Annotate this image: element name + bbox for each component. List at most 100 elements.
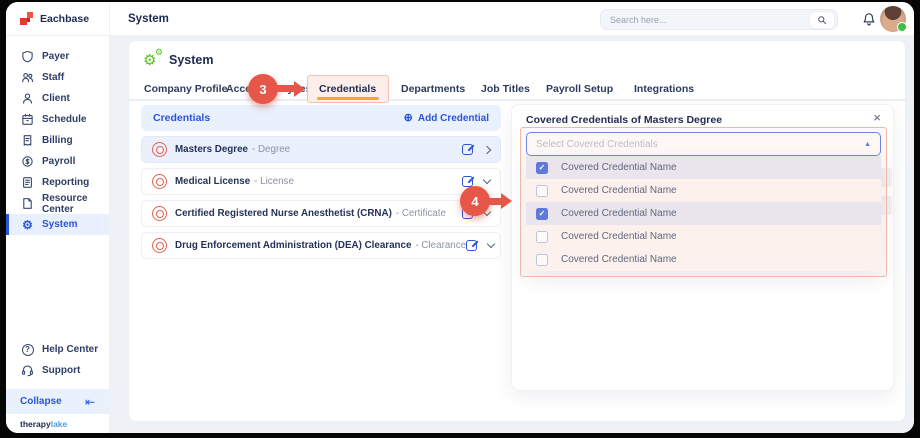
tab-departments[interactable]: Departments: [401, 83, 465, 95]
sidebar-item-reporting[interactable]: Reporting: [6, 172, 109, 193]
search-icon: [817, 15, 827, 25]
sidebar: Eachbase Payer Staff Client Schedule Bil…: [6, 2, 110, 433]
step-3-arrow: [276, 85, 295, 92]
content-area: ⚙ ⚙ System Company Profile Access Visit …: [110, 36, 914, 433]
sidebar-item-resource-center[interactable]: Resource Center: [6, 193, 109, 214]
tab-job-titles[interactable]: Job Titles: [481, 83, 530, 95]
calendar-icon: [21, 113, 34, 126]
sidebar-item-label: Reporting: [42, 177, 89, 188]
sidebar-item-label: Support: [42, 365, 80, 376]
chevron-right-icon[interactable]: [483, 145, 491, 153]
brand-logo-row[interactable]: Eachbase: [6, 2, 109, 36]
sidebar-item-billing[interactable]: Billing: [6, 130, 109, 151]
dollar-icon: [21, 155, 34, 168]
sidebar-item-label: Payer: [42, 51, 69, 62]
sidebar-item-support[interactable]: Support: [6, 360, 109, 381]
degree-badge-icon: [152, 142, 167, 157]
credentials-panel: Credentials ⊕ Add Credential Masters Deg…: [141, 105, 501, 131]
sidebar-item-system[interactable]: ⚙ System: [6, 214, 109, 235]
search-box: [600, 9, 838, 30]
covered-credentials-panel: Covered Credentials of Masters Degree × …: [511, 104, 894, 391]
eachbase-logo-icon: [20, 12, 33, 25]
step-3-badge: 3: [248, 74, 278, 104]
tab-credentials[interactable]: Credentials: [319, 83, 376, 95]
brand-name: Eachbase: [40, 13, 89, 25]
step-4-badge: 4: [460, 186, 490, 216]
tab-integrations[interactable]: Integrations: [634, 83, 694, 95]
active-tab-underline: [317, 97, 379, 100]
license-badge-icon: [152, 174, 167, 189]
plus-circle-icon: ⊕: [404, 113, 413, 124]
check-icon: ✓: [539, 164, 546, 172]
dropdown-option[interactable]: ✓ Covered Credential Name: [526, 202, 881, 225]
search-input[interactable]: [610, 15, 810, 25]
system-gears-icon: ⚙ ⚙: [143, 52, 159, 68]
sidebar-item-client[interactable]: Client: [6, 88, 109, 109]
checkbox[interactable]: ✓: [536, 231, 548, 243]
help-icon: ?: [21, 343, 34, 356]
covered-panel-title: Covered Credentials of Masters Degree: [526, 114, 722, 126]
step-4-arrow: [488, 198, 502, 205]
receipt-icon: [21, 134, 34, 147]
tab-payroll-setup[interactable]: Payroll Setup: [546, 83, 613, 95]
step-4-arrow-head: [501, 193, 512, 209]
collapse-icon: ⇤: [85, 396, 95, 408]
checkbox[interactable]: ✓: [536, 208, 548, 220]
users-icon: [21, 71, 34, 84]
dropdown-option[interactable]: ✓ Covered Credential Name: [526, 225, 881, 248]
dropdown-option[interactable]: ✓ Covered Credential Name: [526, 156, 881, 179]
credential-row-crna[interactable]: Certified Registered Nurse Anesthetist (…: [141, 200, 501, 227]
credentials-panel-header: Credentials ⊕ Add Credential: [141, 105, 501, 131]
user-icon: [21, 92, 34, 105]
credential-row-medical-license[interactable]: Medical License - License: [141, 168, 501, 195]
close-icon[interactable]: ×: [873, 109, 881, 127]
shield-icon: [21, 50, 34, 63]
search-button[interactable]: [810, 12, 834, 28]
notifications-bell-icon[interactable]: [862, 12, 876, 27]
system-card: ⚙ ⚙ System Company Profile Access Visit …: [128, 40, 906, 422]
clearance-badge-icon: [152, 238, 167, 253]
add-credential-button[interactable]: ⊕ Add Credential: [404, 113, 489, 124]
sidebar-item-payer[interactable]: Payer: [6, 46, 109, 67]
sidebar-item-staff[interactable]: Staff: [6, 67, 109, 88]
edit-icon[interactable]: [462, 144, 473, 155]
sidebar-item-label: Client: [42, 93, 70, 104]
sidebar-item-label: Payroll: [42, 156, 75, 167]
sidebar-item-payroll[interactable]: Payroll: [6, 151, 109, 172]
sidebar-item-label: System: [42, 219, 78, 230]
covered-credentials-dropdown: ✓ Covered Credential Name ✓ Covered Cred…: [526, 156, 881, 271]
sidebar-item-help-center[interactable]: ? Help Center: [6, 339, 109, 360]
covered-credentials-select[interactable]: Select Covered Credentials ▲: [526, 132, 881, 156]
file-icon: [21, 197, 34, 210]
collapse-button[interactable]: Collapse ⇤: [6, 389, 109, 414]
checkbox[interactable]: ✓: [536, 162, 548, 174]
sidebar-item-label: Resource Center: [42, 193, 109, 215]
dropdown-option[interactable]: ✓ Covered Credential Name: [526, 179, 881, 202]
chevron-down-icon[interactable]: [487, 240, 495, 248]
dropdown-option[interactable]: ✓ Covered Credential Name: [526, 248, 881, 271]
credential-row-dea-clearance[interactable]: Drug Enforcement Administration (DEA) Cl…: [141, 232, 501, 259]
sidebar-footer-nav: ? Help Center Support: [6, 339, 109, 381]
sidebar-item-label: Billing: [42, 135, 73, 146]
select-placeholder: Select Covered Credentials: [536, 139, 658, 150]
system-heading-text: System: [169, 53, 213, 67]
sidebar-item-schedule[interactable]: Schedule: [6, 109, 109, 130]
caret-up-icon: ▲: [864, 141, 871, 148]
checkbox[interactable]: ✓: [536, 254, 548, 266]
sidebar-item-label: Schedule: [42, 114, 86, 125]
chevron-down-icon[interactable]: [483, 176, 491, 184]
credential-row-masters-degree[interactable]: Masters Degree - Degree: [141, 136, 501, 163]
checkbox[interactable]: ✓: [536, 185, 548, 197]
credentials-panel-title: Credentials: [153, 112, 210, 124]
add-credential-label: Add Credential: [418, 113, 489, 124]
therapylake-logo: therapylake: [20, 419, 67, 429]
certificate-badge-icon: [152, 206, 167, 221]
user-avatar[interactable]: [880, 6, 906, 32]
check-icon: ✓: [539, 210, 546, 218]
report-icon: [21, 176, 34, 189]
edit-icon[interactable]: [466, 240, 477, 251]
app-window: Eachbase Payer Staff Client Schedule Bil…: [6, 2, 914, 433]
tab-company-profile[interactable]: Company Profile: [144, 83, 227, 95]
sidebar-nav: Payer Staff Client Schedule Billing Payr…: [6, 46, 109, 235]
tab-bar: Company Profile Access Visit Types Crede…: [129, 81, 905, 101]
